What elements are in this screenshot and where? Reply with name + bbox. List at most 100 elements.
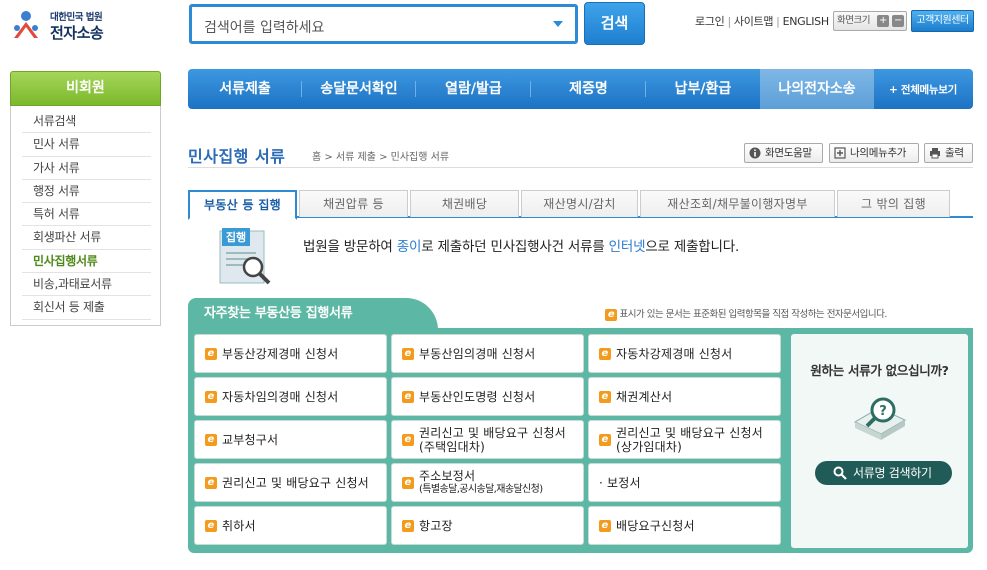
tab-real-estate[interactable]: 부동산 등 집행 — [188, 190, 297, 220]
search-icon — [833, 466, 847, 480]
form-item[interactable]: e 권리신고 및 배당요구 신청서 — [194, 463, 387, 502]
sitemap-link[interactable]: 사이트맵 — [734, 15, 774, 28]
sidebar-header: 비회원 — [10, 71, 161, 106]
form-item[interactable]: e 부동산강제경매 신청서 — [194, 334, 387, 373]
search-button[interactable]: 검색 — [584, 2, 645, 45]
e-document-icon: e — [205, 476, 217, 489]
form-item[interactable]: e 취하서 — [194, 506, 387, 545]
print-button[interactable]: 출력 — [924, 143, 973, 163]
form-item-label: 권리신고 및 배당요구 신청서 — [222, 475, 369, 490]
sidebar-item-bankruptcy[interactable]: 회생파산 서류 — [22, 226, 151, 250]
e-document-icon: e — [205, 519, 217, 532]
e-document-icon: e — [402, 476, 414, 489]
form-item[interactable]: e 교부청구서 — [194, 420, 387, 459]
form-item[interactable]: e 자동차강제경매 신청서 — [588, 334, 781, 373]
utility-links: 로그인 | 사이트맵 | ENGLISH — [695, 15, 830, 28]
sidebar-item-nonlitigious[interactable]: 비송,과태료서류 — [22, 273, 151, 297]
sidebar-item-patent[interactable]: 특허 서류 — [22, 203, 151, 227]
logo-subtitle: 대한민국 법원 — [50, 12, 103, 23]
court-emblem-icon — [14, 11, 38, 38]
form-item-label: 자동차강제경매 신청서 — [616, 346, 733, 361]
form-item-label: 교부청구서 — [222, 432, 279, 447]
form-item[interactable]: e 권리신고 및 배당요구 신청서 (주택임대차) — [391, 420, 584, 459]
title-divider — [188, 167, 973, 168]
font-minus-button[interactable]: − — [892, 15, 904, 27]
e-document-icon: e — [599, 390, 611, 403]
search-placeholder: 검색어를 입력하세요 — [204, 20, 325, 36]
form-item-label: 자동차임의경매 신청서 — [222, 389, 339, 404]
form-item-sublabel: (주택임대차) — [419, 439, 485, 454]
main-nav: 서류제출 송달문서확인 열람/발급 제증명 납부/환급 나의전자소송 + 전체메… — [188, 69, 973, 109]
e-document-icon: e — [205, 390, 217, 403]
favorite-forms-grid: e 부동산강제경매 신청서 e 부동산임의경매 신청서 e 자동차강제경매 신청서 e 자동차… — [194, 334, 786, 548]
sidebar-item-civil[interactable]: 민사 서류 — [22, 133, 151, 157]
info-icon — [749, 147, 761, 159]
form-item[interactable]: e 부동산임의경매 신청서 — [391, 334, 584, 373]
tab-seizure[interactable]: 채권압류 등 — [299, 190, 408, 217]
e-document-legend: e 표시가 있는 문서는 표준화된 입력항목을 직접 작성하는 전자문서입니다. — [605, 306, 887, 321]
form-item-label: 권리신고 및 배당요구 신청서 — [419, 425, 566, 440]
nav-item-my-ecourt[interactable]: 나의전자소송 — [760, 69, 874, 109]
tab-other-execution[interactable]: 그 밖의 집행 — [837, 190, 950, 217]
add-my-menu-button[interactable]: 나의메뉴추가 — [829, 143, 919, 163]
form-item[interactable]: e 권리신고 및 배당요구 신청서 (상가임대차) — [588, 420, 781, 459]
form-item[interactable]: e 배당요구신청서 — [588, 506, 781, 545]
form-item-label: 권리신고 및 배당요구 신청서 — [616, 425, 763, 440]
form-item[interactable]: e 주소보정서 (특별송달,공시송달,재송달신청) — [391, 463, 584, 502]
english-link[interactable]: ENGLISH — [783, 15, 830, 28]
sidebar-item-reply[interactable]: 회신서 등 제출 — [22, 296, 151, 320]
missing-form-question: 원하는 서류가 없으십니까? — [810, 363, 949, 378]
court-logo[interactable]: 대한민국 법원 전자소송 — [8, 6, 118, 46]
e-document-icon: e — [599, 347, 611, 360]
e-document-icon: e — [605, 308, 617, 321]
nav-item-delivery[interactable]: 송달문서확인 — [302, 69, 416, 109]
font-size-control: 화면크기 + − — [833, 11, 907, 31]
e-document-icon: e — [402, 519, 414, 532]
nav-item-certificate[interactable]: 제증명 — [531, 69, 646, 109]
customer-center-button[interactable]: 고객지원센터 — [911, 10, 974, 32]
tab-asset-inquiry[interactable]: 재산조회/채무불이행자명부 — [640, 190, 835, 217]
logo-title: 전자소송 — [50, 24, 104, 42]
svg-text:?: ? — [879, 404, 887, 419]
font-size-label: 화면크기 — [837, 15, 870, 26]
sidebar-item-administrative[interactable]: 행정 서류 — [22, 180, 151, 204]
search-form-name-button[interactable]: 서류명 검색하기 — [815, 461, 952, 485]
sidebar-item-search[interactable]: 서류검색 — [22, 110, 151, 134]
tab-asset-disclosure[interactable]: 재산명시/감치 — [521, 190, 638, 217]
nav-item-payment[interactable]: 납부/환급 — [646, 69, 760, 109]
form-item[interactable]: e 항고장 — [391, 506, 584, 545]
nav-item-submit[interactable]: 서류제출 — [188, 69, 302, 109]
help-button[interactable]: 화면도움말 — [744, 143, 823, 163]
e-document-icon: e — [599, 433, 611, 446]
form-item-label: 주소보정서 — [419, 468, 476, 483]
form-item-label: 항고장 — [419, 518, 453, 533]
form-item[interactable]: e 부동산인도명령 신청서 — [391, 377, 584, 416]
page-title: 민사집행 서류 — [188, 147, 286, 166]
login-link[interactable]: 로그인 — [695, 15, 725, 28]
form-item-label: 부동산강제경매 신청서 — [222, 346, 339, 361]
e-document-icon: e — [402, 433, 414, 446]
sidebar-item-family[interactable]: 가사 서류 — [22, 157, 151, 180]
execution-document-icon: 집행 — [219, 228, 271, 285]
nav-item-view[interactable]: 열람/발급 — [416, 69, 531, 109]
e-document-icon: e — [205, 347, 217, 360]
form-item-label: 취하서 — [222, 518, 256, 533]
search-input[interactable]: 검색어를 입력하세요 — [189, 4, 578, 44]
sidebar-item-execution[interactable]: 민사집행서류 — [22, 250, 151, 274]
all-menu-button[interactable]: + 전체메뉴보기 — [889, 82, 973, 97]
e-document-icon: e — [402, 347, 414, 360]
intro-text: 법원을 방문하여 종이로 제출하던 민사집행사건 서류를 인터넷으로 제출합니다… — [303, 239, 740, 255]
form-item-label: · 보정서 — [599, 475, 641, 490]
bookmark-add-icon — [834, 147, 846, 159]
printer-icon — [930, 148, 940, 159]
svg-text:집행: 집행 — [226, 230, 246, 244]
form-item-label: 부동산임의경매 신청서 — [419, 346, 536, 361]
sidebar: 서류검색 민사 서류 가사 서류 행정 서류 특허 서류 회생파산 서류 민사집… — [10, 106, 161, 326]
e-document-icon: e — [599, 519, 611, 532]
form-item[interactable]: e 자동차임의경매 신청서 — [194, 377, 387, 416]
font-plus-button[interactable]: + — [877, 15, 889, 27]
form-item[interactable]: · 보정서 — [588, 463, 781, 502]
form-item[interactable]: e 채권계산서 — [588, 377, 781, 416]
tab-distribution[interactable]: 채권배당 — [410, 190, 519, 217]
chevron-down-icon[interactable] — [551, 17, 565, 31]
